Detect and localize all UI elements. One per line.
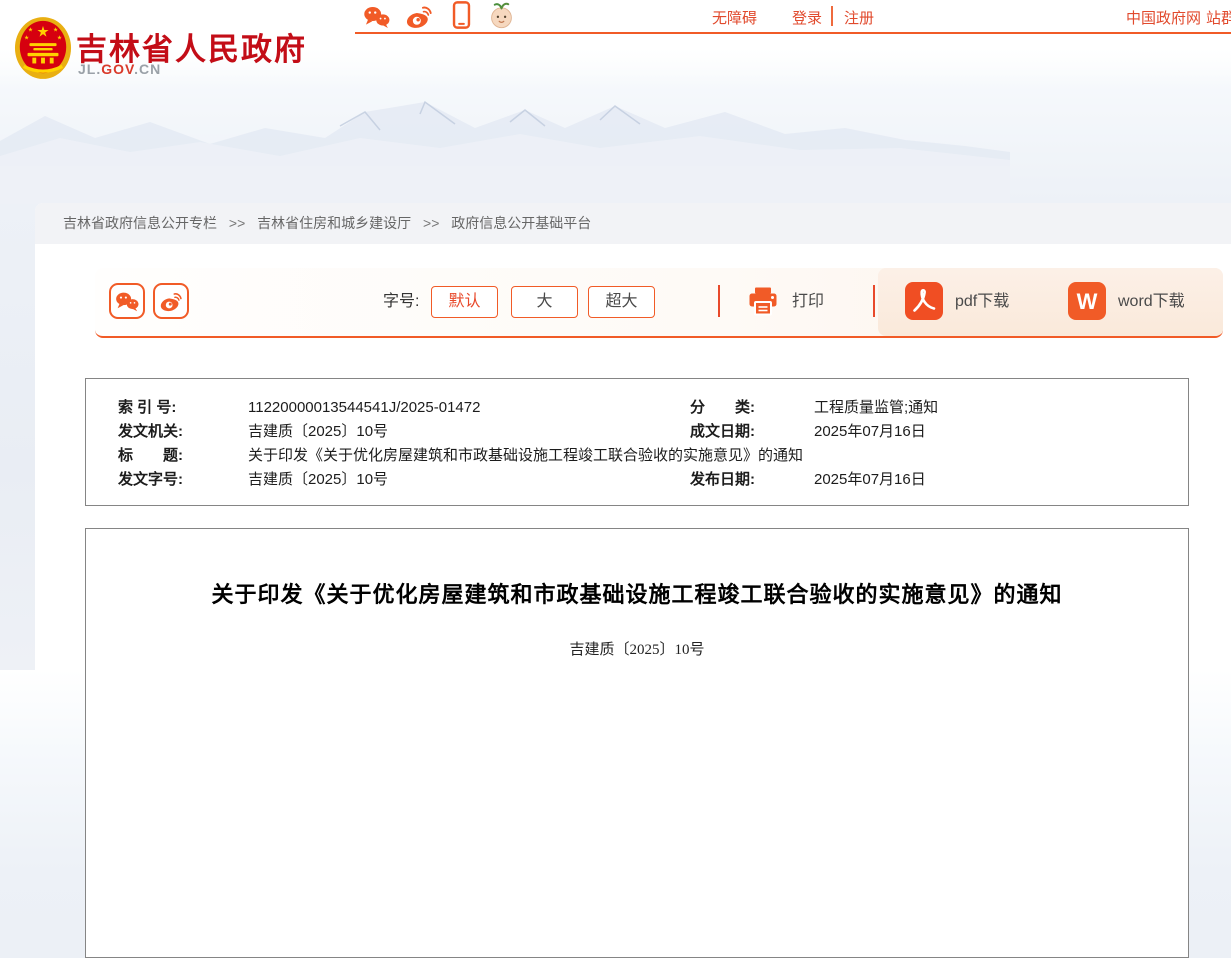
china-gov-link[interactable]: 中国政府网 bbox=[1126, 7, 1201, 28]
word-icon[interactable] bbox=[1068, 282, 1106, 320]
mascot-icon[interactable] bbox=[488, 2, 515, 29]
pdf-download-button[interactable]: pdf下载 bbox=[955, 268, 1009, 336]
document-number: 吉建质〔2025〕10号 bbox=[86, 638, 1188, 659]
header-divider-line bbox=[355, 32, 1231, 34]
document-metadata-table: 索 引 号: 11220000013544541J/2025-01472 分 类… bbox=[85, 378, 1189, 506]
font-size-label: 字号: bbox=[383, 268, 419, 336]
national-emblem-icon bbox=[14, 16, 72, 80]
toolbar-divider bbox=[718, 285, 720, 317]
breadcrumb-item-platform[interactable]: 政府信息公开基础平台 bbox=[451, 215, 591, 231]
wechat-share-icon bbox=[115, 291, 139, 312]
breadcrumb-item-info-portal[interactable]: 吉林省政府信息公开专栏 bbox=[63, 215, 217, 231]
main-content-panel: 吉林省政府信息公开专栏 >> 吉林省住房和城乡建设厅 >> 政府信息公开基础平台… bbox=[35, 203, 1231, 670]
meta-row-index: 索 引 号: 11220000013544541J/2025-01472 分 类… bbox=[86, 396, 1188, 420]
weibo-icon[interactable] bbox=[405, 3, 433, 29]
meta-value-agency: 吉建质〔2025〕10号 bbox=[248, 420, 690, 444]
meta-label-doc-number: 发文字号: bbox=[118, 468, 248, 492]
breadcrumb: 吉林省政府信息公开专栏 >> 吉林省住房和城乡建设厅 >> 政府信息公开基础平台 bbox=[35, 203, 1231, 244]
meta-value-index: 11220000013544541J/2025-01472 bbox=[248, 396, 690, 420]
breadcrumb-item-department[interactable]: 吉林省住房和城乡建设厅 bbox=[257, 215, 411, 231]
meta-value-title: 关于印发《关于优化房屋建筑和市政基础设施工程竣工联合验收的实施意见》的通知 bbox=[248, 444, 1188, 468]
article-toolbar: 字号: 默认 大 超大 打印 pdf下载 word下载 bbox=[95, 268, 1223, 338]
meta-row-agency: 发文机关: 吉建质〔2025〕10号 成文日期: 2025年07月16日 bbox=[86, 420, 1188, 444]
register-link[interactable]: 注册 bbox=[844, 7, 874, 28]
login-register-divider bbox=[831, 6, 833, 26]
meta-row-doc-number: 发文字号: 吉建质〔2025〕10号 发布日期: 2025年07月16日 bbox=[86, 468, 1188, 492]
site-group-link[interactable]: 站群 bbox=[1206, 7, 1231, 28]
breadcrumb-separator: >> bbox=[229, 215, 245, 231]
meta-value-doc-number: 吉建质〔2025〕10号 bbox=[248, 468, 690, 492]
meta-label-issue-date: 成文日期: bbox=[690, 420, 814, 444]
font-size-default-button[interactable]: 默认 bbox=[431, 286, 498, 318]
document-body: 关于印发《关于优化房屋建筑和市政基础设施工程竣工联合验收的实施意见》的通知 吉建… bbox=[85, 528, 1189, 958]
font-size-large-button[interactable]: 大 bbox=[511, 286, 578, 318]
meta-label-publish-date: 发布日期: bbox=[690, 468, 814, 492]
meta-value-issue-date: 2025年07月16日 bbox=[814, 420, 1188, 444]
mobile-icon[interactable] bbox=[452, 1, 471, 29]
meta-label-index: 索 引 号: bbox=[118, 396, 248, 420]
toolbar-divider bbox=[873, 285, 875, 317]
accessibility-link[interactable]: 无障碍 bbox=[712, 7, 757, 28]
site-logo[interactable]: 吉林省人民政府 JL.GOV.CN bbox=[14, 14, 314, 84]
banner-mountains-art bbox=[0, 86, 1010, 204]
meta-row-title: 标 题: 关于印发《关于优化房屋建筑和市政基础设施工程竣工联合验收的实施意见》的… bbox=[86, 444, 1188, 468]
breadcrumb-separator: >> bbox=[423, 215, 439, 231]
wechat-icon[interactable] bbox=[363, 5, 390, 29]
wechat-share-button[interactable] bbox=[109, 283, 145, 319]
weibo-share-icon bbox=[159, 290, 183, 312]
meta-label-agency: 发文机关: bbox=[118, 420, 248, 444]
site-domain: JL.GOV.CN bbox=[78, 61, 161, 77]
meta-value-publish-date: 2025年07月16日 bbox=[814, 468, 1188, 492]
word-download-button[interactable]: word下载 bbox=[1118, 268, 1185, 336]
weibo-share-button[interactable] bbox=[153, 283, 189, 319]
site-header: 吉林省人民政府 JL.GOV.CN 无障碍 登录 注册 中国政府网 站群 bbox=[0, 0, 1231, 88]
meta-label-category: 分 类: bbox=[690, 396, 814, 420]
print-button[interactable]: 打印 bbox=[792, 268, 824, 336]
meta-value-category: 工程质量监管;通知 bbox=[814, 396, 1188, 420]
pdf-icon[interactable] bbox=[905, 282, 943, 320]
printer-icon[interactable] bbox=[747, 285, 779, 317]
meta-label-title: 标 题: bbox=[118, 444, 248, 468]
login-link[interactable]: 登录 bbox=[792, 7, 822, 28]
font-size-xlarge-button[interactable]: 超大 bbox=[588, 286, 655, 318]
document-title: 关于印发《关于优化房屋建筑和市政基础设施工程竣工联合验收的实施意见》的通知 bbox=[132, 579, 1142, 611]
